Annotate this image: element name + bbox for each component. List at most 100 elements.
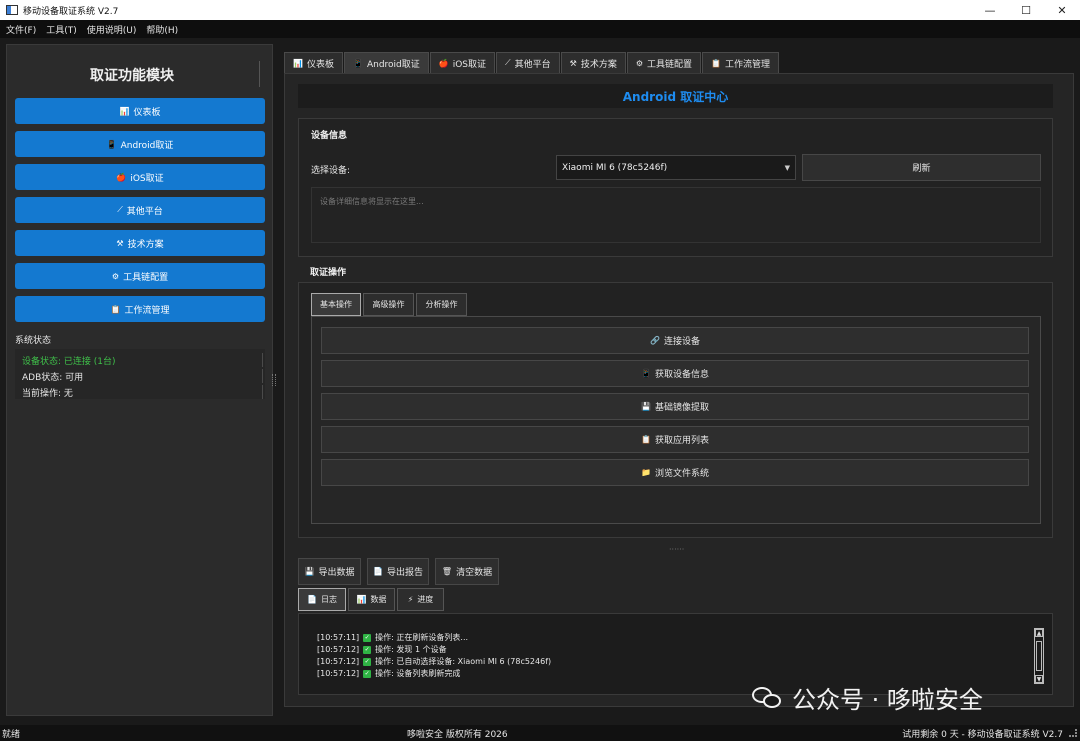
button-label: 导出报告 [386,568,423,578]
folder-icon: 📁 [641,468,651,477]
check-icon: ✓ [363,657,372,666]
get-device-info-button[interactable]: 📱 获取设备信息 [321,360,1029,387]
phone-icon: 📱 [352,58,363,68]
status-divider [262,369,263,383]
tab-data[interactable]: 📊 数据 [348,588,395,611]
watermark-text: 公众号 · 哆啦安全 [792,686,983,714]
basic-operations-panel: 🔗 连接设备 📱 获取设备信息 💾 基础镜像提取 📋 获取应用列表 📁 浏览文件… [311,316,1041,524]
app-icon [6,5,18,15]
refresh-button[interactable]: 刷新 [802,154,1041,181]
sidebar-item-label: iOS取证 [130,173,164,184]
sidebar-item-tech-solutions[interactable]: ⚒ 技术方案 [15,230,265,256]
export-data-button[interactable]: 💾 导出数据 [298,558,361,585]
button-label: 连接设备 [663,337,700,347]
subtab-analysis[interactable]: 分析操作 [416,293,467,316]
device-details-area[interactable]: 设备详细信息将显示在这里... [311,187,1041,243]
status-bar: 就绪 哆啦安全 版权所有 2026 试用剩余 0 天 - 移动设备取证系统 V2… [0,725,1080,741]
tab-label: 进度 [417,595,434,604]
pen-icon: ⟋ [505,58,511,67]
sidebar-item-label: 其他平台 [126,206,163,217]
tab-label: 数据 [370,595,387,604]
log-line: [10:57:12] ✓ 操作: 发现 1 个设备 [317,644,447,655]
sidebar-item-android[interactable]: 📱 Android取证 [15,131,265,157]
window-title: 移动设备取证系统 V2.7 [23,6,119,17]
log-text: 操作: 已自动选择设备: Xiaomi MI 6 (78c5246f) [375,657,552,666]
chart-icon: 📊 [293,58,303,68]
menu-usage[interactable]: 使用说明(U) [87,23,137,36]
tab-label: 日志 [320,595,337,604]
clipboard-icon: 📋 [711,58,721,68]
disk-icon: 💾 [304,567,315,576]
chevron-down-icon: ▼ [784,164,790,172]
link-icon: 🔗 [650,336,660,345]
tab-toolchain-config[interactable]: ⚙ 工具链配置 [626,52,702,73]
subtab-basic[interactable]: 基本操作 [311,293,361,316]
phone-icon: 📱 [641,369,651,378]
trash-icon: 🗑 [441,567,453,576]
log-line: [10:57:11] ✓ 操作: 正在刷新设备列表... [317,632,468,643]
document-icon: 📄 [373,567,383,576]
pen-icon: ⟋ [117,205,123,214]
subtab-advanced[interactable]: 高级操作 [363,293,414,316]
status-divider [262,353,263,367]
sidebar-item-workflow[interactable]: 📋 工作流管理 [15,296,265,322]
tab-tech-solutions[interactable]: ⚒ 技术方案 [560,52,626,73]
tab-workflow[interactable]: 📋 工作流管理 [702,52,780,73]
main-tab-bar: 📊 仪表板 📱 Android取证 🍎 iOS取证 ⟋ 其他平台 ⚒ 技术方案 … [284,52,780,73]
scroll-up-icon[interactable]: ▲ [1035,629,1043,637]
tab-progress[interactable]: ⚡ 进度 [397,588,444,611]
check-icon: ✓ [363,633,372,642]
export-report-button[interactable]: 📄 导出报告 [367,558,429,585]
device-status: 设备状态: 已连接 (1台) [22,357,116,367]
menu-file[interactable]: 文件(F) [6,23,36,36]
adb-status: ADB状态: 可用 [22,373,84,383]
basic-image-extract-button[interactable]: 💾 基础镜像提取 [321,393,1029,420]
apple-icon: 🍎 [116,172,127,182]
clear-data-button[interactable]: 🗑 清空数据 [435,558,499,585]
page-title: Android 取证中心 [298,84,1053,108]
tab-label: Android取证 [366,59,420,70]
browse-filesystem-button[interactable]: 📁 浏览文件系统 [321,459,1029,486]
button-label: 浏览文件系统 [654,469,709,479]
sidebar-item-dashboard[interactable]: 📊 仪表板 [15,98,265,124]
sidebar-item-label: Android取证 [120,140,174,151]
splitter-handle[interactable]: ······ [669,545,684,554]
maximize-button[interactable]: ☐ [1008,0,1044,20]
document-icon: 📄 [307,595,317,604]
tab-ios[interactable]: 🍎 iOS取证 [429,52,496,73]
sidebar-item-other-platforms[interactable]: ⟋ 其他平台 [15,197,265,223]
sidebar-item-ios[interactable]: 🍎 iOS取证 [15,164,265,190]
connect-device-button[interactable]: 🔗 连接设备 [321,327,1029,354]
sidebar-item-label: 仪表板 [133,107,161,118]
button-label: 基础镜像提取 [654,403,709,413]
minimize-button[interactable]: — [972,0,1008,20]
menu-help[interactable]: 帮助(H) [146,23,178,36]
chart-icon: 📊 [356,595,367,604]
window-title-bar: 移动设备取证系统 V2.7 — ☐ ✕ [0,0,1080,20]
scroll-thumb[interactable] [1036,641,1042,671]
disk-icon: 💾 [641,402,651,411]
sidebar-item-toolchain-config[interactable]: ⚙ 工具链配置 [15,263,265,289]
tab-label: 技术方案 [580,59,617,70]
tab-other-platforms[interactable]: ⟋ 其他平台 [496,52,560,73]
tab-dashboard[interactable]: 📊 仪表板 [284,52,343,73]
gear-icon: ⚙ [635,58,644,68]
log-time: [10:57:12] [317,657,360,666]
log-scrollbar[interactable]: ▲ ▼ [1034,628,1044,684]
status-trial-info: 试用剩余 0 天 - 移动设备取证系统 V2.7 [902,730,1063,740]
tab-log[interactable]: 📄 日志 [298,588,346,611]
close-button[interactable]: ✕ [1044,0,1080,20]
menu-tools[interactable]: 工具(T) [46,23,77,36]
resize-grip[interactable] [1069,729,1077,737]
tab-label: iOS取证 [452,59,487,70]
tab-android[interactable]: 📱 Android取证 [343,52,429,73]
panel-splitter-handle[interactable] [272,374,276,386]
check-icon: ✓ [363,645,372,654]
scroll-down-icon[interactable]: ▼ [1035,675,1043,683]
device-select[interactable]: Xiaomi MI 6 (78c5246f) ▼ [556,155,796,180]
log-time: [10:57:12] [317,669,360,678]
get-app-list-button[interactable]: 📋 获取应用列表 [321,426,1029,453]
sidebar: 取证功能模块 📊 仪表板 📱 Android取证 🍎 iOS取证 ⟋ 其他平台 … [6,44,273,716]
clipboard-icon: 📋 [641,435,651,444]
sidebar-item-label: 工作流管理 [124,305,170,316]
